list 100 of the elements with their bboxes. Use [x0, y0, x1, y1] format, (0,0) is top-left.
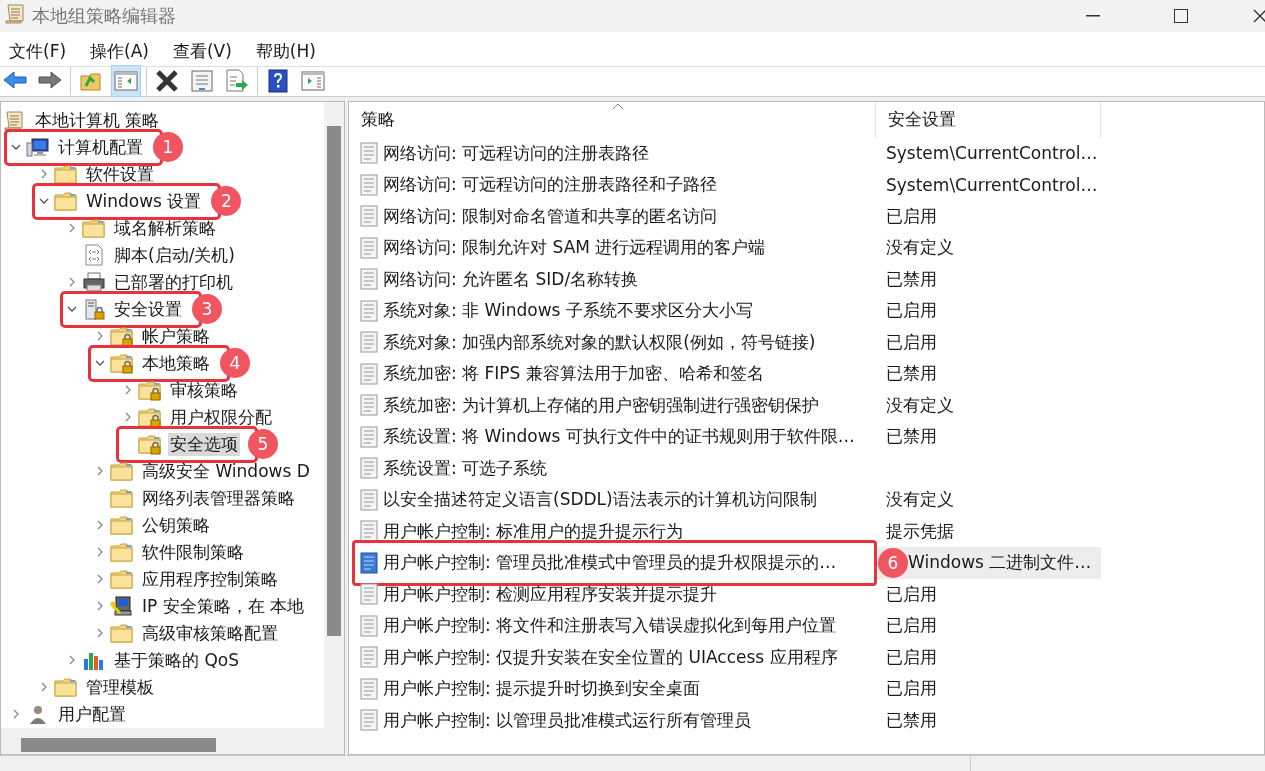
setting-value: 已启用: [886, 677, 937, 701]
callout-badge: 3: [192, 294, 222, 325]
menu-item[interactable]: 帮助(H): [248, 39, 323, 63]
policy-name[interactable]: 网络访问: 限制允许对 SAM 进行远程调用的客户端: [383, 236, 766, 260]
tree-item[interactable]: 本地计算机 策略: [33, 108, 162, 132]
setting-value: System\CurrentControl…: [886, 143, 1098, 164]
setting-value: 已禁用: [886, 708, 937, 732]
policy-name[interactable]: 用户帐户控制: 提示提升时切换到安全桌面: [383, 677, 701, 701]
setting-value: 已启用: [886, 330, 937, 354]
export-icon[interactable]: [224, 68, 250, 95]
menu-item[interactable]: 查看(V): [165, 39, 239, 63]
tree-item[interactable]: 帐户策略: [140, 324, 212, 348]
tree-item[interactable]: 安全选项: [168, 432, 240, 456]
locked-folder-icon: [138, 379, 162, 402]
policy-name[interactable]: 网络访问: 允许匿名 SID/名称转换: [383, 267, 639, 291]
policy-name[interactable]: 以安全描述符定义语言(SDDL)语法表示的计算机访问限制: [383, 488, 817, 512]
folder-icon: [110, 541, 134, 564]
policy-name[interactable]: 系统加密: 为计算机上存储的用户密钥强制进行强密钥保护: [383, 393, 820, 417]
setting-value: 已禁用: [886, 362, 937, 386]
policy-name[interactable]: 系统设置: 将 Windows 可执行文件中的证书规则用于软件限…: [383, 425, 855, 449]
policy-name[interactable]: 网络访问: 可远程访问的注册表路径: [383, 141, 650, 165]
tree-item[interactable]: 高级审核策略配置: [140, 621, 280, 645]
setting-value: 已启用: [886, 204, 937, 228]
policy-name[interactable]: 网络访问: 限制对命名管道和共享的匿名访问: [383, 204, 718, 228]
callout-badge: 2: [211, 186, 242, 217]
server-lock-icon: [82, 298, 106, 321]
setting-value: 已启用: [886, 299, 937, 323]
tree-item[interactable]: IP 安全策略，在 本地: [140, 594, 307, 618]
tree-item[interactable]: 网络列表管理器策略: [140, 486, 297, 510]
tree-item[interactable]: 用户配置: [56, 702, 128, 726]
properties-icon[interactable]: [189, 68, 215, 95]
policy-name[interactable]: 系统设置: 可选子系统: [383, 456, 548, 480]
locked-folder-icon: [110, 325, 134, 348]
folder-icon: [110, 514, 134, 537]
locked-folder-icon: [138, 406, 162, 429]
callout-badge: 4: [220, 348, 250, 379]
tree-item[interactable]: 计算机配置: [56, 135, 145, 159]
policy-name[interactable]: 用户帐户控制: 检测应用程序安装并提示提升: [383, 582, 718, 606]
tree-item[interactable]: 管理模板: [84, 675, 156, 699]
menu-item[interactable]: 操作(A): [83, 39, 156, 63]
tree-item[interactable]: 已部署的打印机: [112, 270, 235, 294]
minimize-icon[interactable]: [1086, 15, 1100, 17]
policy-name[interactable]: 用户帐户控制: 仅提升安装在安全位置的 UIAccess 应用程序: [383, 645, 838, 669]
menu-item[interactable]: 文件(F): [2, 39, 74, 63]
tree-item[interactable]: 公钥策略: [140, 513, 212, 537]
setting-value: 提示凭据: [886, 519, 954, 543]
tree-item[interactable]: 用户权限分配: [168, 405, 274, 429]
printer-icon: [82, 271, 106, 294]
folder-icon: [54, 163, 78, 186]
locked-folder-icon: [138, 433, 162, 456]
setting-value: System\CurrentControl…: [886, 174, 1098, 195]
policy-name[interactable]: 网络访问: 可远程访问的注册表路径和子路径: [383, 173, 718, 197]
tree-item[interactable]: 高级安全 Windows D: [140, 459, 312, 483]
folder-icon: [110, 622, 134, 645]
tree-item[interactable]: 本地策略: [140, 351, 212, 375]
tree-item[interactable]: 基于策略的 QoS: [112, 648, 241, 672]
tree-item[interactable]: 审核策略: [168, 378, 240, 402]
setting-value: 没有定义: [886, 236, 954, 260]
setting-value: 已启用: [886, 645, 937, 669]
policy-name[interactable]: 系统加密: 将 FIPS 兼容算法用于加密、哈希和签名: [383, 362, 764, 386]
scroll-icon: [4, 2, 26, 26]
policy-name[interactable]: 用户帐户控制: 将文件和注册表写入错误虚拟化到每用户位置: [383, 614, 837, 638]
tree-item[interactable]: Windows 设置: [84, 189, 204, 213]
setting-value: 没有定义: [886, 393, 954, 417]
folder-icon: [54, 676, 78, 699]
column-header[interactable]: 策略: [349, 101, 875, 138]
setting-value: 已启用: [886, 582, 937, 606]
computer-icon: [26, 136, 50, 159]
locked-folder-icon: [110, 352, 134, 375]
script-icon: [82, 244, 106, 267]
policy-name[interactable]: 用户帐户控制: 管理员批准模式中管理员的提升权限提示的…: [383, 551, 837, 575]
close-icon[interactable]: [1253, 9, 1265, 23]
folder-icon: [82, 217, 106, 240]
setting-value: 已禁用: [886, 267, 937, 291]
folder-icon: [110, 568, 134, 591]
help-icon[interactable]: [265, 68, 291, 95]
maximize-icon[interactable]: [1174, 9, 1188, 23]
policy-name[interactable]: 用户帐户控制: 标准用户的提升提示行为: [383, 519, 684, 543]
setting-value: 已禁用: [886, 425, 937, 449]
setting-value: 没有定义: [886, 488, 954, 512]
folder-icon: [110, 487, 134, 510]
tree-item[interactable]: 应用程序控制策略: [140, 567, 280, 591]
policy-name[interactable]: 系统对象: 非 Windows 子系统不要求区分大小写: [383, 299, 753, 323]
tree-item[interactable]: 安全设置: [112, 297, 184, 321]
tree-item[interactable]: 脚本(启动/关机): [112, 243, 237, 267]
window-title: 本地组策略编辑器: [32, 4, 176, 28]
folder-icon: [110, 460, 134, 483]
column-header[interactable]: 安全设置: [876, 101, 1100, 138]
scrollbar[interactable]: [1, 727, 344, 754]
callout-badge: 1: [153, 132, 183, 163]
tree-item[interactable]: 软件设置: [84, 162, 156, 186]
policy-name[interactable]: 系统对象: 加强内部系统对象的默认权限(例如，符号链接): [383, 330, 816, 354]
callout-badge: 5: [248, 429, 278, 460]
policy-name[interactable]: 用户帐户控制: 以管理员批准模式运行所有管理员: [383, 708, 752, 732]
folder-icon: [54, 190, 78, 213]
scrollbar[interactable]: [324, 101, 344, 728]
setting-value: 已启用: [886, 614, 937, 638]
key-computer-icon: [110, 595, 134, 618]
tree-item[interactable]: 软件限制策略: [140, 540, 246, 564]
tree-item[interactable]: 域名解析策略: [112, 216, 218, 240]
